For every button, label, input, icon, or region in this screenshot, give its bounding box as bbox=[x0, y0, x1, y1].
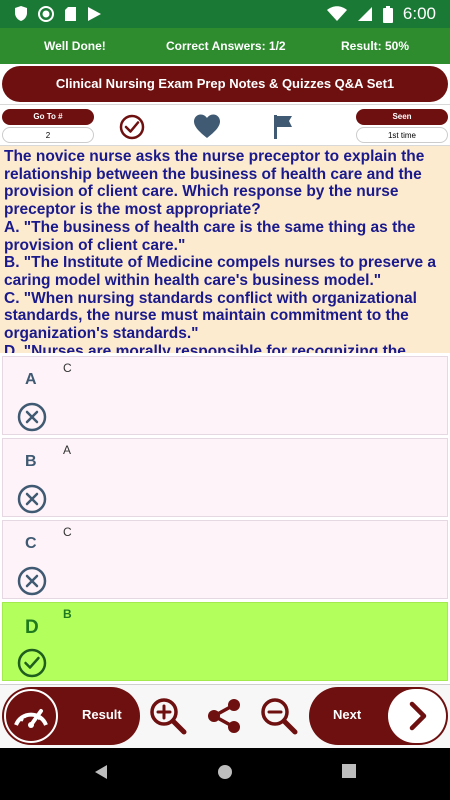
option-c-text: C. "When nursing standards conflict with… bbox=[4, 289, 417, 343]
flag-icon[interactable] bbox=[270, 113, 298, 141]
question-text: The novice nurse asks the nurse precepto… bbox=[4, 148, 425, 219]
answer-letter: A bbox=[25, 371, 37, 388]
option-d-text: D. "Nurses are morally responsible for r… bbox=[4, 342, 406, 353]
sd-card-icon bbox=[65, 6, 76, 21]
goto-input[interactable]: 2 bbox=[2, 127, 94, 143]
bottom-action-bar: Result Next bbox=[0, 684, 450, 748]
page-title: Clinical Nursing Exam Prep Notes & Quizz… bbox=[2, 66, 448, 102]
option-b-text: B. "The Institute of Medicine compels nu… bbox=[4, 254, 436, 289]
share-icon[interactable] bbox=[203, 695, 245, 737]
question-panel[interactable]: The novice nurse asks the nurse precepto… bbox=[0, 146, 450, 353]
zoom-in-icon[interactable] bbox=[147, 695, 189, 737]
answer-letter: C bbox=[25, 535, 37, 552]
wrong-x-icon bbox=[17, 484, 47, 514]
wifi-icon bbox=[326, 6, 347, 21]
seen-indicator: Seen 1st time bbox=[356, 109, 448, 143]
answer-value: A bbox=[63, 443, 72, 457]
goto-control[interactable]: Go To # 2 bbox=[2, 109, 94, 143]
answer-value: B bbox=[63, 607, 72, 621]
answer-letter: B bbox=[25, 453, 37, 470]
play-store-icon bbox=[88, 6, 101, 21]
recents-icon[interactable] bbox=[342, 764, 356, 778]
chevron-right-icon bbox=[388, 689, 446, 743]
shield-icon bbox=[15, 6, 27, 21]
signal-icon bbox=[357, 7, 372, 21]
answer-value: C bbox=[63, 525, 72, 539]
correct-answers-text: Correct Answers: 1/2 bbox=[166, 39, 286, 53]
answer-list: A C B A C C D B bbox=[0, 354, 450, 684]
home-icon[interactable] bbox=[217, 764, 233, 780]
record-icon bbox=[38, 5, 54, 22]
answer-card-d[interactable]: D B bbox=[2, 602, 448, 681]
result-button-label: Result bbox=[82, 707, 122, 722]
correct-check-icon bbox=[17, 648, 47, 678]
wrong-x-icon bbox=[17, 402, 47, 432]
goto-label: Go To # bbox=[2, 109, 94, 125]
question-toolbar: Go To # 2 Seen 1st time bbox=[0, 104, 450, 146]
status-bar: 6:00 bbox=[0, 0, 450, 28]
result-text: Result: 50% bbox=[341, 39, 410, 53]
system-nav-bar bbox=[0, 748, 450, 800]
next-button-label: Next bbox=[333, 707, 362, 722]
check-circle-icon[interactable] bbox=[118, 113, 146, 141]
answer-card-b[interactable]: B A bbox=[2, 438, 448, 517]
result-button[interactable]: Result bbox=[2, 687, 140, 745]
answer-card-a[interactable]: A C bbox=[2, 356, 448, 435]
result-gauge-icon bbox=[4, 689, 58, 743]
zoom-out-icon[interactable] bbox=[258, 695, 300, 737]
score-bar: Well Done! Correct Answers: 1/2 Result: … bbox=[0, 28, 450, 64]
wrong-x-icon bbox=[17, 566, 47, 596]
answer-card-c[interactable]: C C bbox=[2, 520, 448, 599]
heart-icon[interactable] bbox=[193, 113, 221, 141]
option-a-text: A. "The business of health care is the s… bbox=[4, 218, 416, 254]
seen-label: Seen bbox=[356, 109, 448, 125]
back-icon[interactable] bbox=[94, 764, 108, 780]
answer-letter: D bbox=[25, 617, 39, 638]
seen-value: 1st time bbox=[356, 127, 448, 143]
clock: 6:00 bbox=[402, 4, 436, 23]
answer-value: C bbox=[63, 361, 72, 375]
next-button[interactable]: Next bbox=[309, 687, 448, 745]
battery-icon bbox=[382, 5, 393, 23]
well-done-text: Well Done! bbox=[44, 39, 106, 53]
